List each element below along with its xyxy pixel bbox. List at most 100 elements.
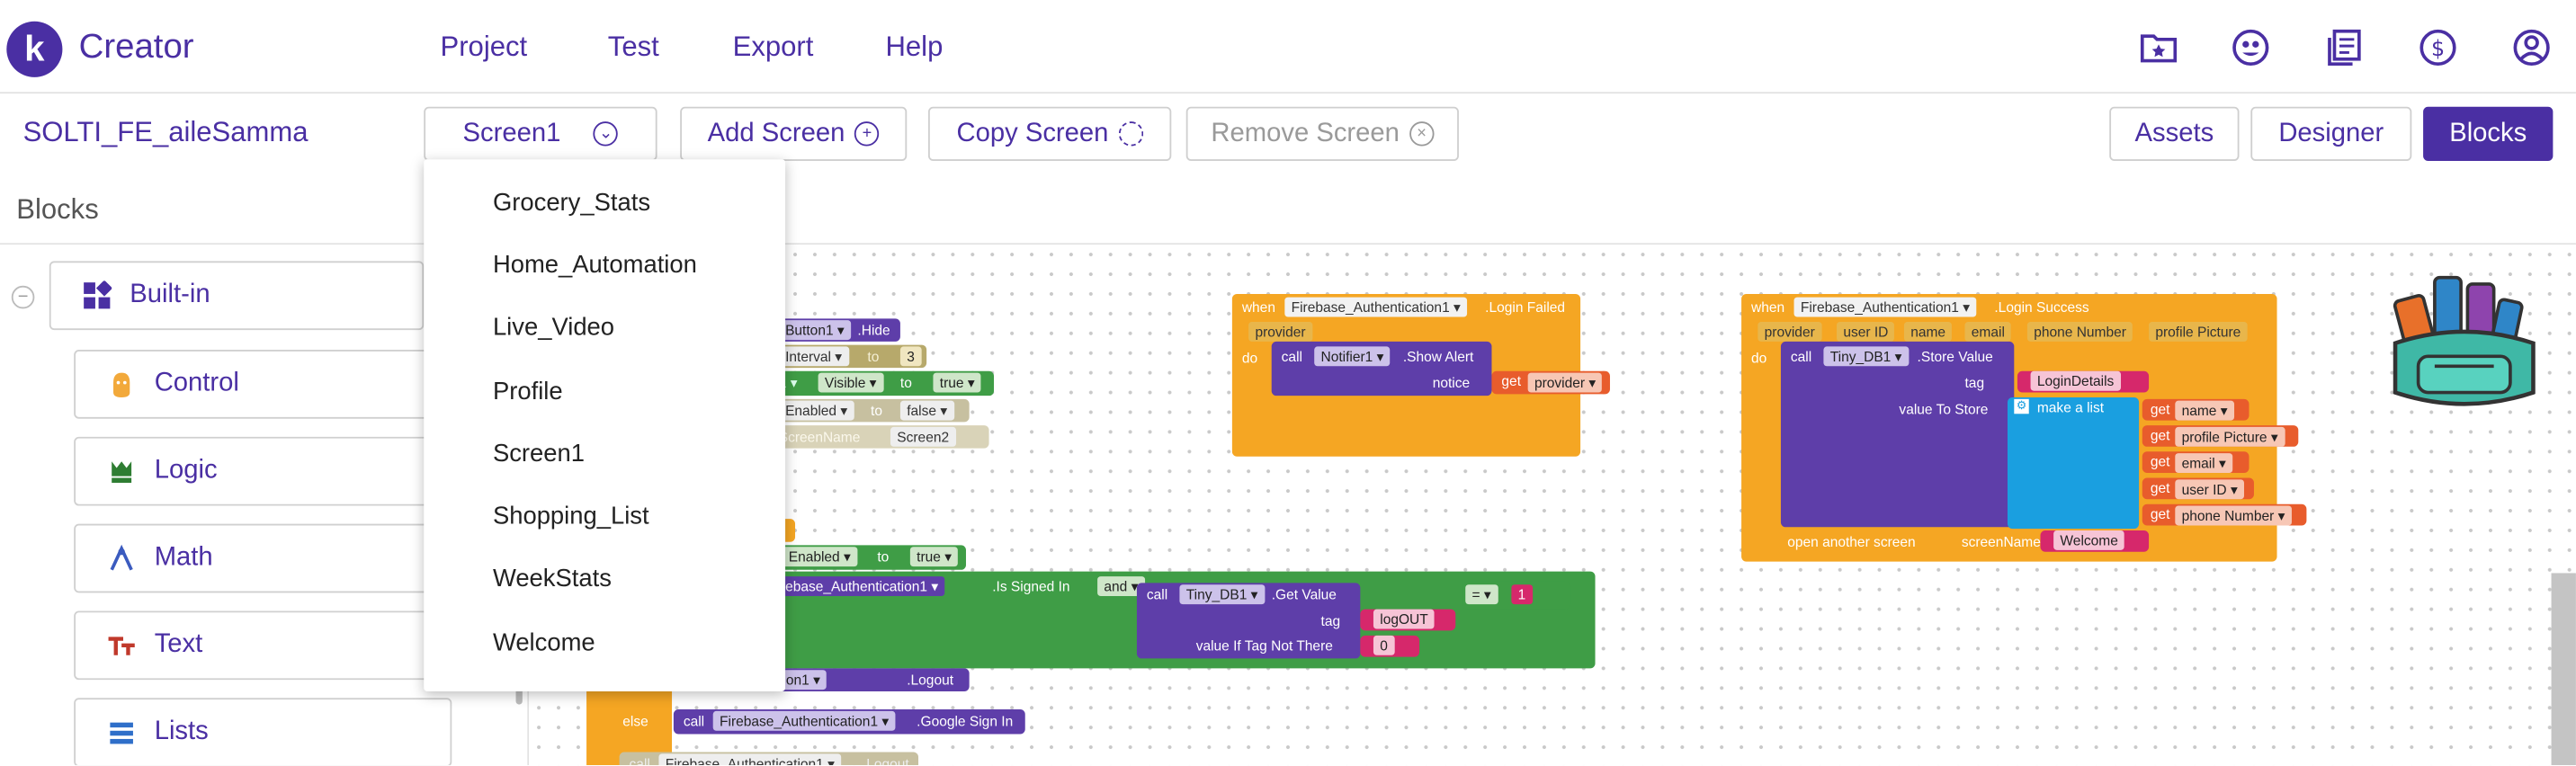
workspace-scrollbar[interactable] bbox=[2551, 573, 2576, 766]
property-dropdown[interactable]: Enabled bbox=[782, 547, 858, 567]
text-value[interactable]: Welcome bbox=[2053, 530, 2125, 550]
variable-dropdown[interactable]: provider bbox=[1527, 372, 1603, 393]
category-lists[interactable]: Lists bbox=[74, 698, 452, 766]
screen-option[interactable]: Grocery_Stats bbox=[493, 189, 650, 217]
creator-logo[interactable]: k bbox=[6, 21, 63, 77]
component-dropdown[interactable]: Tiny_DB1 bbox=[1823, 346, 1909, 367]
event-param[interactable]: provider bbox=[1248, 321, 1312, 342]
text-value[interactable]: LoginDetails bbox=[2030, 370, 2121, 391]
component-dropdown[interactable]: Button1 bbox=[778, 320, 852, 341]
copy-screen-button[interactable]: Copy Screen bbox=[927, 106, 1172, 161]
screen-option[interactable]: WeekStats bbox=[493, 565, 612, 592]
backpack-icon[interactable] bbox=[2385, 264, 2543, 419]
component-dropdown[interactable]: ebase_Authentication1 bbox=[778, 576, 945, 597]
number-value[interactable]: 3 bbox=[899, 346, 922, 367]
component-dropdown[interactable]: Firebase_Authentication1 bbox=[1793, 297, 1977, 317]
add-screen-button[interactable]: Add Screen + bbox=[680, 106, 908, 161]
blocks-button[interactable]: Blocks bbox=[2423, 106, 2554, 161]
variable-dropdown[interactable]: phone Number bbox=[2175, 505, 2292, 526]
text-value[interactable]: Screen2 bbox=[890, 426, 956, 447]
component-dropdown[interactable]: Firebase_Authentication1 bbox=[658, 753, 842, 766]
get-variable-block[interactable]: get profile Picture bbox=[2142, 425, 2299, 447]
set-interval-block[interactable]: Interval to 3 bbox=[775, 344, 927, 369]
operator-dropdown[interactable]: = bbox=[1465, 584, 1498, 605]
menu-test[interactable]: Test bbox=[608, 31, 659, 65]
screen-option[interactable]: Live_Video bbox=[493, 314, 614, 342]
text-value[interactable]: logOUT bbox=[1373, 609, 1436, 629]
screen-option[interactable]: Shopping_List bbox=[493, 503, 649, 530]
text-block[interactable]: LoginDetails bbox=[2017, 370, 2150, 393]
property-dropdown[interactable]: Interval bbox=[778, 346, 849, 367]
call-block-show-alert[interactable]: call Notifier1 .Show Alert notice bbox=[1271, 341, 1492, 396]
event-param[interactable]: phone Number bbox=[2026, 321, 2133, 342]
bool-dropdown[interactable]: false bbox=[899, 400, 954, 421]
category-math[interactable]: Math bbox=[74, 523, 449, 593]
blocks-workspace[interactable]: when Firebase_Authentication1 .Login Fai… bbox=[529, 245, 2576, 766]
bool-dropdown[interactable]: true bbox=[909, 547, 959, 567]
folder-star-icon[interactable] bbox=[2137, 26, 2179, 68]
screen-option[interactable]: Welcome bbox=[493, 629, 595, 657]
open-screen-block[interactable]: ScreenName Screen2 bbox=[775, 425, 989, 449]
category-logic[interactable]: Logic bbox=[74, 436, 449, 506]
make-list-block[interactable]: ⚙ make a list bbox=[2007, 397, 2140, 530]
component-dropdown[interactable]: Tiny_DB1 bbox=[1179, 584, 1265, 605]
text-value[interactable]: 0 bbox=[1373, 635, 1395, 655]
component-dropdown[interactable]: Notifier1 bbox=[1314, 346, 1391, 367]
event-param[interactable]: provider bbox=[1758, 321, 1822, 342]
method-name: .Store Value bbox=[1917, 348, 1993, 365]
event-param[interactable]: profile Picture bbox=[2149, 321, 2248, 342]
account-icon[interactable] bbox=[2510, 26, 2553, 68]
property-dropdown[interactable]: Enabled bbox=[778, 400, 854, 421]
remove-screen-button[interactable]: Remove Screen × bbox=[1185, 106, 1459, 161]
screen-option[interactable]: Profile bbox=[493, 378, 563, 405]
menu-project[interactable]: Project bbox=[441, 31, 528, 65]
variable-dropdown[interactable]: user ID bbox=[2175, 479, 2245, 500]
designer-button[interactable]: Designer bbox=[2250, 106, 2412, 161]
get-variable-block[interactable]: get user ID bbox=[2142, 477, 2254, 500]
get-variable-block[interactable]: get phone Number bbox=[2142, 503, 2307, 526]
get-variable-block[interactable]: get name bbox=[2142, 398, 2250, 421]
call-block-store-value[interactable]: call Tiny_DB1 .Store Value tag value To … bbox=[1780, 341, 2015, 528]
gallery-icon[interactable] bbox=[2230, 26, 2272, 68]
assets-button[interactable]: Assets bbox=[2109, 106, 2240, 161]
event-param[interactable]: email bbox=[1964, 321, 2012, 342]
get-variable-block[interactable]: get email bbox=[2142, 451, 2250, 474]
set-enabled-block[interactable]: Enabled tofalse bbox=[775, 398, 970, 423]
set-visible-block[interactable]: 1 ▾Visibletotrue bbox=[775, 370, 995, 396]
property-dropdown[interactable]: Visible bbox=[818, 372, 883, 393]
variable-dropdown[interactable]: profile Picture bbox=[2175, 426, 2285, 447]
google-sign-in-block[interactable]: call Firebase_Authentication1 .Google Sign… bbox=[673, 709, 1025, 735]
component-dropdown[interactable]: Firebase_Authentication1 bbox=[712, 710, 896, 731]
category-text[interactable]: Text bbox=[74, 610, 449, 681]
component-dropdown[interactable]: Firebase_Authentication1 bbox=[1284, 297, 1468, 317]
variable-dropdown[interactable]: name bbox=[2175, 400, 2234, 421]
tree-item-built-in[interactable]: Built-in bbox=[49, 261, 425, 331]
dollar-icon[interactable]: $ bbox=[2417, 26, 2459, 68]
text-block[interactable]: logOUT bbox=[1360, 609, 1456, 631]
bool-dropdown[interactable]: true bbox=[933, 372, 981, 393]
text-value[interactable]: 1 bbox=[1511, 584, 1533, 605]
gear-icon[interactable]: ⚙ bbox=[2014, 398, 2029, 414]
menu-help[interactable]: Help bbox=[885, 31, 943, 65]
brand-name[interactable]: Creator bbox=[79, 28, 194, 67]
text-block[interactable]: Welcome bbox=[2040, 530, 2150, 552]
variable-dropdown[interactable]: email bbox=[2175, 453, 2233, 474]
screen-option[interactable]: Home_Automation bbox=[493, 251, 697, 279]
text-block[interactable]: 0 bbox=[1360, 635, 1420, 657]
block-keyword: call bbox=[1790, 348, 1812, 365]
call-block-get-value[interactable]: call Tiny_DB1 .Get Value tag value If Ta… bbox=[1136, 583, 1361, 659]
menu-export[interactable]: Export bbox=[733, 31, 814, 65]
get-variable-block[interactable]: get provider bbox=[1491, 370, 1610, 395]
screen-option[interactable]: Screen1 bbox=[493, 441, 585, 468]
collapse-icon[interactable]: − bbox=[11, 285, 35, 309]
event-param[interactable]: user ID bbox=[1837, 321, 1895, 342]
screen-selector[interactable]: Screen1 ⌄ bbox=[424, 106, 657, 161]
set-enabled-true-block[interactable]: Enabled to true bbox=[775, 545, 966, 570]
category-control[interactable]: Control bbox=[74, 350, 449, 419]
library-icon[interactable] bbox=[2323, 26, 2366, 68]
disabled-logout-block[interactable]: call Firebase_Authentication1 .Logout bbox=[619, 752, 919, 766]
hide-block[interactable]: Button1 .Hide bbox=[775, 318, 900, 342]
compare-block[interactable]: =1 bbox=[1462, 581, 1571, 610]
event-param[interactable]: name bbox=[1903, 321, 1953, 342]
category-label: Control bbox=[154, 369, 239, 398]
